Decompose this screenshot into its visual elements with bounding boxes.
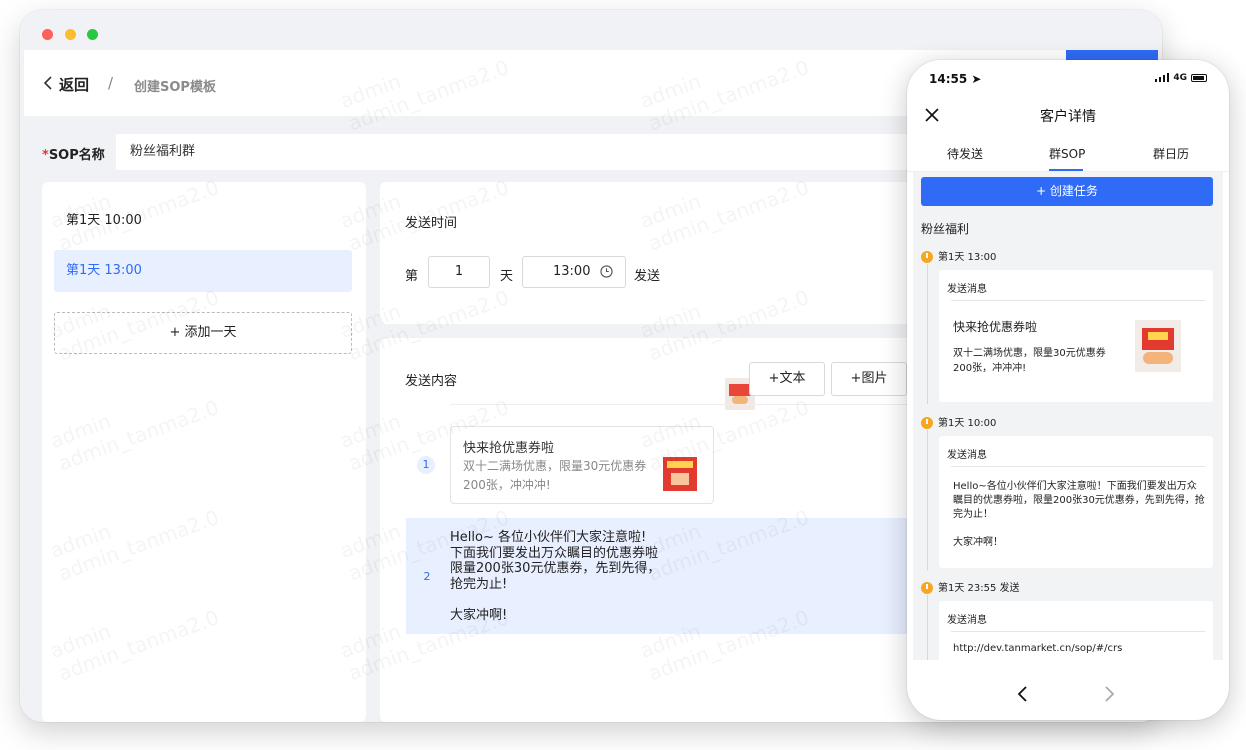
timeline-card[interactable]: 发送消息 Hello~各位小伙伴们大家注意啦！下面我们要发出万众瞩目的优惠券啦，… xyxy=(939,436,1213,568)
clock-icon xyxy=(921,582,933,594)
maximize-window-button[interactable] xyxy=(87,29,98,40)
chevron-left-icon[interactable] xyxy=(42,76,56,90)
link-message-card[interactable]: 快来抢优惠券啦 双十二满场优惠，限量30元优惠券200张，冲冲冲! xyxy=(450,426,714,504)
send-time-title: 发送时间 xyxy=(405,216,458,231)
phone-title: 客户详情 xyxy=(1040,109,1096,125)
battery-icon xyxy=(1191,73,1207,82)
card-text: Hello~各位小伙伴们大家注意啦！下面我们要发出万众瞩目的优惠券啦，限量200… xyxy=(953,481,1205,548)
status-time: 14:55 ➤ xyxy=(929,72,982,86)
timeline-card[interactable]: 发送消息 http://dev.tanmarket.cn/sop/#/crs xyxy=(939,601,1213,660)
tab-group-calendar[interactable]: 群日历 xyxy=(1153,145,1189,162)
day-number-input[interactable]: 1 xyxy=(428,256,490,288)
divider xyxy=(951,300,1205,301)
coupon-image xyxy=(663,457,697,491)
divider xyxy=(951,466,1205,467)
phone-tabs: 待发送 群SOP 群日历 xyxy=(907,134,1229,172)
day-unit-label: 天 xyxy=(500,269,514,284)
timeline-time: 第1天 13:00 xyxy=(921,248,996,263)
minimize-window-button[interactable] xyxy=(65,29,76,40)
link-card-desc: 双十二满场优惠，限量30元优惠券200张，冲冲冲! xyxy=(463,459,647,492)
card-title: 快来抢优惠券啦 xyxy=(953,320,1038,334)
chevron-left-icon[interactable] xyxy=(1017,686,1029,702)
text-message-content: Hello~ 各位小伙伴们大家注意啦! 下面我们要发出万众瞩目的优惠券啦 限量2… xyxy=(450,530,661,623)
message-index-badge: 2 xyxy=(418,568,436,586)
status-indicators: 4G xyxy=(1155,73,1207,83)
page-title: 创建SOP模板 xyxy=(134,80,216,95)
coupon-image xyxy=(1135,320,1181,372)
timeline-line xyxy=(927,264,928,404)
timeline-line xyxy=(927,595,928,660)
link-card-title: 快来抢优惠券啦 xyxy=(463,441,555,456)
create-task-button[interactable]: + 创建任务 xyxy=(921,177,1213,206)
primary-action-button[interactable] xyxy=(1066,50,1158,60)
divider xyxy=(951,631,1205,632)
timeline-card[interactable]: 发送消息 快来抢优惠券啦 双十二满场优惠，限量30元优惠券200张，冲冲冲! xyxy=(939,270,1213,402)
add-day-button[interactable]: + 添加一天 xyxy=(54,312,352,354)
tab-pending[interactable]: 待发送 xyxy=(947,145,983,162)
card-header: 发送消息 xyxy=(947,615,987,626)
time-picker-input[interactable]: 13:00 xyxy=(522,256,626,288)
window-titlebar xyxy=(20,10,1162,50)
group-name: 粉丝福利 xyxy=(921,222,970,236)
phone-mockup: 14:55 ➤ 4G 客户详情 待发送 群SOP 群日历 + 创建任务 粉丝福利… xyxy=(907,60,1229,720)
send-content-title: 发送内容 xyxy=(405,374,458,389)
chevron-right-icon[interactable] xyxy=(1103,686,1115,702)
day-item[interactable]: 第1天 10:00 xyxy=(54,200,352,242)
card-desc: 双十二满场优惠，限量30元优惠券200张，冲冲冲! xyxy=(953,348,1106,374)
back-link[interactable]: 返回 xyxy=(59,74,89,95)
timeline-time: 第1天 23:55 发送 xyxy=(921,579,1020,594)
days-list-panel: 第1天 10:00 第1天 13:00 + 添加一天 xyxy=(42,182,366,722)
card-url[interactable]: http://dev.tanmarket.cn/sop/#/crs xyxy=(953,643,1205,654)
signal-icon xyxy=(1155,73,1170,82)
phone-bottom-nav xyxy=(907,660,1229,720)
tab-group-sop[interactable]: 群SOP xyxy=(1049,145,1085,162)
timeline-line xyxy=(927,430,928,570)
time-value: 13:00 xyxy=(553,264,591,279)
clock-icon xyxy=(921,417,933,429)
day-prefix-label: 第 xyxy=(405,269,419,284)
card-header: 发送消息 xyxy=(947,450,987,461)
add-text-button[interactable]: +文本 xyxy=(749,362,825,396)
add-image-button[interactable]: +图片 xyxy=(831,362,907,396)
clock-icon xyxy=(921,251,933,263)
active-tab-indicator xyxy=(1049,169,1083,171)
close-window-button[interactable] xyxy=(42,29,53,40)
location-arrow-icon: ➤ xyxy=(971,72,982,86)
screenshot-stage: 返回 / 创建SOP模板 *SOP名称 粉丝福利群 第1天 10:00 第1天 … xyxy=(0,0,1246,750)
send-suffix-label: 发送 xyxy=(634,269,661,284)
card-header: 发送消息 xyxy=(947,284,987,295)
breadcrumb-separator: / xyxy=(108,74,114,92)
day-item-selected[interactable]: 第1天 13:00 xyxy=(54,250,352,292)
message-index-badge: 1 xyxy=(417,456,435,474)
phone-content: + 创建任务 粉丝福利 第1天 13:00 发送消息 快来抢优惠券啦 双十二满场… xyxy=(913,172,1223,660)
sop-name-label: *SOP名称 xyxy=(42,148,105,163)
clock-icon xyxy=(600,265,613,278)
phone-status-bar: 14:55 ➤ 4G xyxy=(907,60,1229,100)
timeline-time: 第1天 10:00 xyxy=(921,414,996,429)
